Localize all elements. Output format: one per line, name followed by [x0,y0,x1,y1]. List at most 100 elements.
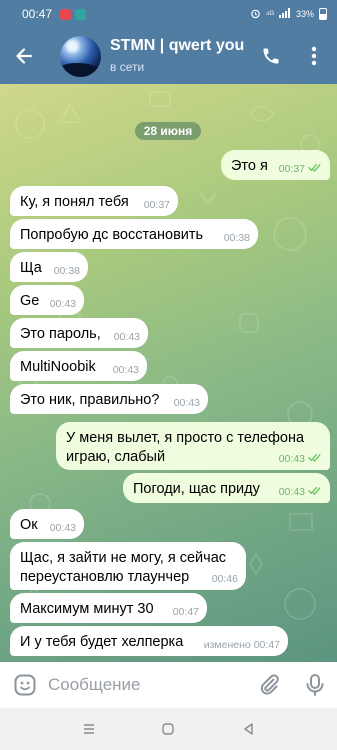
outgoing-message[interactable]: Погоди, щас приду 00:43 [123,473,330,503]
message-input[interactable] [48,674,238,696]
recent-apps-icon [84,724,94,734]
message-text-line: играю, слабый [66,449,166,465]
outgoing-message[interactable]: У меня вылет, я просто с телефона играю, … [56,422,330,470]
call-button[interactable] [255,40,287,72]
message-time: 00:38 [223,232,250,244]
recent-apps-button[interactable] [79,719,99,739]
message-time: 00:43 [49,298,76,310]
signal-icon [278,8,291,20]
incoming-message[interactable]: Это ник, правильно? 00:43 [10,384,208,414]
message-meta: 00:38 [224,232,250,244]
message-time: 00:38 [53,265,80,277]
message-time: 00:37 [278,163,305,175]
message-text: Максимум минут 30 [20,601,154,617]
back-arrow-icon [16,48,33,64]
read-check-icon [308,163,322,175]
attach-button[interactable] [256,672,282,698]
notification-app-icon [60,8,72,20]
emoji-icon [14,674,36,696]
message-meta: 00:43 [113,364,139,376]
home-icon [162,723,174,735]
message-composer [0,662,337,708]
chat-header: STMN | qwert you в сети [0,28,337,84]
message-meta: 00:46 [212,573,238,585]
read-check-icon [308,486,322,498]
status-bar: 00:47 ⁴ᴳ 33% [0,0,337,28]
microphone-icon [306,674,324,696]
alarm-icon [250,8,261,21]
message-time: 00:43 [278,453,305,465]
message-text: MultiNoobik [20,359,96,375]
date-separator: 28 июня [135,122,201,140]
message-text-line: У меня вылет, я просто с телефона [66,430,305,446]
incoming-message[interactable]: Максимум минут 30 00:47 [10,593,207,623]
read-check-icon [308,453,322,465]
phone-icon [263,48,279,64]
incoming-message[interactable]: Это пароль, 00:43 [10,318,148,348]
message-time: 00:47 [172,606,199,618]
online-status: в сети [110,60,145,74]
message-text: Ок [20,517,38,533]
incoming-message[interactable]: MultiNoobik 00:43 [10,351,147,381]
incoming-message[interactable]: Ща 00:38 [10,252,88,282]
message-meta: изменено 00:47 [204,639,280,651]
message-meta: 00:43 [50,522,76,534]
network-type-label: ⁴ᴳ [265,9,274,19]
message-time: 00:46 [211,573,238,585]
message-text: Погоди, щас приду [133,481,260,497]
message-meta: 00:38 [54,265,80,277]
incoming-message[interactable]: Попробую дс восстановить 00:38 [10,219,258,249]
back-button[interactable] [8,40,40,72]
message-text: Это ник, правильно? [20,392,160,408]
chat-app-icon [75,8,87,20]
message-meta: 00:43 [50,298,76,310]
message-meta: 00:43 [279,453,322,465]
message-time: 00:47 [253,639,280,651]
status-time: 00:47 [22,7,53,21]
message-meta: 00:37 [144,199,170,211]
home-button[interactable] [158,719,178,739]
message-meta: 00:37 [279,163,322,175]
incoming-message[interactable]: И у тебя будет хелперка изменено 00:47 [10,626,288,656]
message-text: Это я [231,158,268,174]
message-meta: 00:47 [173,606,199,618]
status-indicators: ⁴ᴳ 33% [250,8,327,21]
system-nav-bar [0,708,337,750]
chat-area[interactable]: 28 июня Это я 00:37 Ку, я понял тебя 00:37 П… [0,84,337,662]
back-nav-button[interactable] [239,719,259,739]
message-meta: 00:43 [174,397,200,409]
message-text: У меня вылет, я просто с телефона играю, … [66,429,304,467]
message-text-line: Щас, я зайти не могу, я сейчас [20,550,227,566]
attach-icon [260,674,279,695]
emoji-button[interactable] [12,672,38,698]
battery-percent: 33% [295,9,314,19]
message-text: Попробую дс восстановить [20,227,204,243]
message-text: Ge [20,293,40,309]
voice-message-button[interactable] [302,672,328,698]
message-time: 00:43 [113,331,140,343]
battery-icon [319,8,327,20]
message-text-line: переустановлю тлаунчер [20,569,190,585]
edited-label: изменено [203,639,251,651]
back-triangle-icon [244,723,253,735]
message-text: Это пароль, [20,326,101,342]
incoming-message[interactable]: Щас, я зайти не могу, я сейчас переустано… [10,542,246,590]
message-time: 00:43 [173,397,200,409]
message-time: 00:43 [49,522,76,534]
message-text: И у тебя будет хелперка [20,634,184,650]
incoming-message[interactable]: Ку, я понял тебя 00:37 [10,186,178,216]
message-time: 00:43 [278,486,305,498]
chat-title[interactable]: STMN | qwert you [110,37,246,55]
contact-avatar[interactable] [60,36,101,77]
more-vertical-icon [311,46,317,66]
incoming-message[interactable]: Ge 00:43 [10,285,84,315]
message-text: Ща [20,260,42,276]
message-text: Ку, я понял тебя [20,194,129,210]
incoming-message[interactable]: Ок 00:43 [10,509,84,539]
message-text: Щас, я зайти не могу, я сейчас переустано… [20,549,226,587]
message-meta: 00:43 [279,486,322,498]
outgoing-message[interactable]: Это я 00:37 [221,150,330,180]
message-meta: 00:43 [114,331,140,343]
message-time: 00:43 [112,364,139,376]
more-menu-button[interactable] [300,40,328,72]
